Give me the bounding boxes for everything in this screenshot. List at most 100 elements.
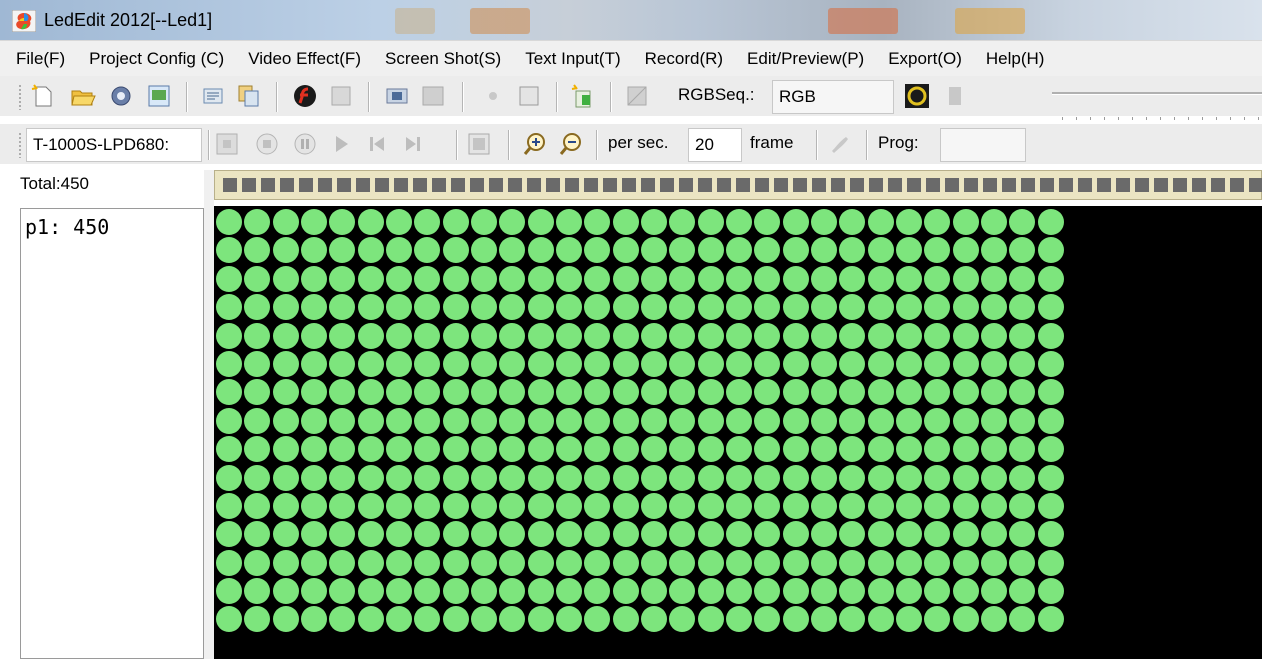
frame-icon[interactable] <box>516 83 542 109</box>
toolbar-grip[interactable] <box>18 132 22 158</box>
prog-label: Prog: <box>878 133 919 152</box>
led-pixel <box>669 521 696 548</box>
led-pixel <box>555 606 582 633</box>
first-frame-icon[interactable] <box>364 131 390 157</box>
led-pixel <box>725 521 752 548</box>
list-item[interactable]: p1: 450 <box>25 215 109 239</box>
app-logo-icon[interactable] <box>12 10 36 32</box>
menu-export[interactable]: Export(O) <box>876 41 974 77</box>
led-pixel <box>867 237 894 264</box>
led-pixel <box>867 549 894 576</box>
last-frame-icon[interactable] <box>400 131 426 157</box>
image-icon[interactable] <box>146 83 172 109</box>
led-pixel <box>527 492 554 519</box>
per-sec-input[interactable]: 20 <box>688 128 742 162</box>
led-pixel <box>782 322 809 349</box>
led-pixel <box>754 578 781 605</box>
led-pixel <box>442 549 469 576</box>
title-decoration <box>828 8 898 34</box>
led-pixel <box>300 407 327 434</box>
zoom-in-icon[interactable] <box>522 131 548 157</box>
disabled-brush-icon <box>832 137 848 153</box>
frame-strip[interactable] <box>214 170 1262 200</box>
menu-edit-preview[interactable]: Edit/Preview(P) <box>735 41 876 77</box>
controller-select[interactable]: T-1000S-LPD680: <box>26 128 202 162</box>
led-pixel <box>300 379 327 406</box>
menu-video-effect[interactable]: Video Effect(F) <box>236 41 373 77</box>
play-icon[interactable] <box>328 131 354 157</box>
led-pixel <box>810 294 837 321</box>
screenshot-icon[interactable] <box>384 83 410 109</box>
led-pixel <box>810 265 837 292</box>
led-pixel <box>867 578 894 605</box>
led-pixel <box>555 436 582 463</box>
zoom-out-icon[interactable] <box>558 131 584 157</box>
led-pixel <box>244 294 271 321</box>
led-pixel <box>272 549 299 576</box>
led-pixel <box>555 464 582 491</box>
copy-icon[interactable] <box>236 83 262 109</box>
led-pixel <box>357 237 384 264</box>
led-pixel <box>640 578 667 605</box>
led-pixel <box>555 549 582 576</box>
led-pixel <box>1037 237 1064 264</box>
led-pixel <box>385 265 412 292</box>
led-pixel <box>527 322 554 349</box>
led-pixel <box>924 464 951 491</box>
stop-icon[interactable] <box>254 131 280 157</box>
led-pixel <box>980 379 1007 406</box>
led-pixel <box>1037 606 1064 633</box>
led-pixel <box>527 521 554 548</box>
led-pixel <box>272 521 299 548</box>
led-pixel <box>924 294 951 321</box>
led-pixel <box>244 578 271 605</box>
flash-icon[interactable] <box>292 83 318 109</box>
new-file-icon[interactable] <box>30 83 56 109</box>
led-pixel <box>640 521 667 548</box>
led-pixel <box>980 294 1007 321</box>
text-icon[interactable] <box>200 83 226 109</box>
per-sec-label: per sec. <box>608 133 669 152</box>
playback-slider[interactable] <box>1052 92 1262 95</box>
led-pixel <box>640 294 667 321</box>
menu-record[interactable]: Record(R) <box>633 41 735 77</box>
led-pixel <box>584 350 611 377</box>
led-pixel <box>1009 350 1036 377</box>
led-pixel <box>385 436 412 463</box>
toolbar-grip[interactable] <box>18 84 22 110</box>
menu-file[interactable]: File(F) <box>4 41 77 77</box>
led-pixel <box>527 606 554 633</box>
rgb-seq-select[interactable]: RGB <box>772 80 894 114</box>
program-name: p1: <box>25 215 62 239</box>
led-pixel <box>272 379 299 406</box>
led-pixel <box>584 521 611 548</box>
menu-project-config[interactable]: Project Config (C) <box>77 41 236 77</box>
square-icon[interactable] <box>466 131 492 157</box>
led-pixel <box>867 209 894 235</box>
panel-splitter[interactable] <box>204 170 214 659</box>
led-pixel <box>754 379 781 406</box>
led-pixel <box>839 294 866 321</box>
settings-gear-icon[interactable] <box>108 83 134 109</box>
ring-icon[interactable] <box>904 83 930 109</box>
led-pixel <box>697 407 724 434</box>
led-pixel <box>980 237 1007 264</box>
menu-help[interactable]: Help(H) <box>974 41 1057 77</box>
led-pixel <box>895 521 922 548</box>
open-folder-icon[interactable] <box>70 83 96 109</box>
menu-screen-shot[interactable]: Screen Shot(S) <box>373 41 513 77</box>
toolbar-separator <box>596 130 598 160</box>
prog-input[interactable] <box>940 128 1026 162</box>
led-pixel <box>329 578 356 605</box>
led-display-canvas[interactable] <box>214 206 1262 659</box>
led-pixel <box>216 407 242 434</box>
menu-text-input[interactable]: Text Input(T) <box>513 41 632 77</box>
led-pixel <box>895 237 922 264</box>
add-layer-icon[interactable] <box>570 83 596 109</box>
program-list[interactable]: p1: 450 <box>20 208 204 659</box>
pause-icon[interactable] <box>292 131 318 157</box>
led-pixel <box>527 350 554 377</box>
led-pixel <box>725 237 752 264</box>
led-pixel <box>697 209 724 235</box>
led-pixel <box>782 436 809 463</box>
